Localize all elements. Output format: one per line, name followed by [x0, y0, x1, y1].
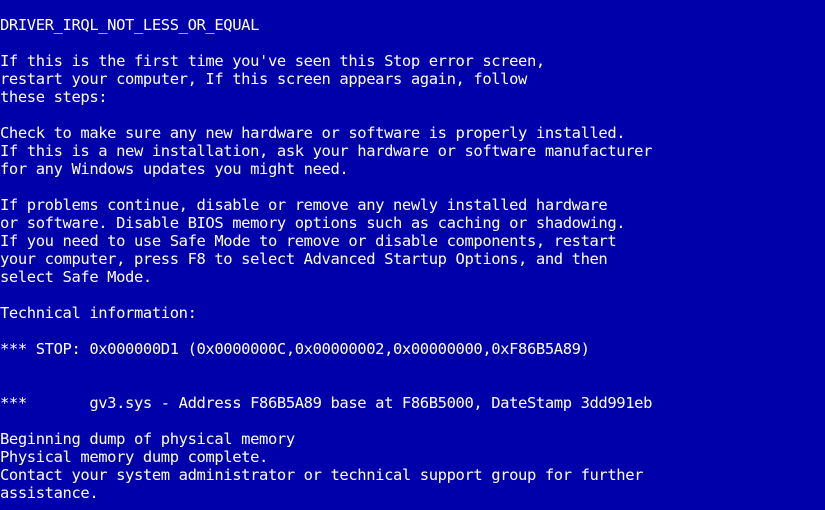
check-line-3: for any Windows updates you might need. — [0, 160, 349, 178]
dump-line-1: Beginning dump of physical memory — [0, 430, 295, 448]
dump-line-2: Physical memory dump complete. — [0, 448, 268, 466]
problems-line-1: If problems continue, disable or remove … — [0, 196, 608, 214]
check-line-1: Check to make sure any new hardware or s… — [0, 124, 626, 142]
bsod-screen: DRIVER_IRQL_NOT_LESS_OR_EQUAL If this is… — [0, 0, 825, 510]
dump-line-4: assistance. — [0, 484, 99, 502]
problems-line-2: or software. Disable BIOS memory options… — [0, 214, 626, 232]
technical-heading: Technical information: — [0, 304, 197, 322]
check-line-2: If this is a new installation, ask your … — [0, 142, 653, 160]
dump-line-3: Contact your system administrator or tec… — [0, 466, 644, 484]
driver-info-line: *** gv3.sys - Address F86B5A89 base at F… — [0, 394, 653, 412]
intro-line-3: these steps: — [0, 88, 108, 106]
stop-code-line: *** STOP: 0x000000D1 (0x0000000C,0x00000… — [0, 340, 590, 358]
intro-line-2: restart your computer, If this screen ap… — [0, 70, 527, 88]
problems-line-5: select Safe Mode. — [0, 268, 152, 286]
problems-line-3: If you need to use Safe Mode to remove o… — [0, 232, 617, 250]
intro-line-1: If this is the first time you've seen th… — [0, 52, 545, 70]
problems-line-4: your computer, press F8 to select Advanc… — [0, 250, 608, 268]
error-code: DRIVER_IRQL_NOT_LESS_OR_EQUAL — [0, 16, 260, 34]
